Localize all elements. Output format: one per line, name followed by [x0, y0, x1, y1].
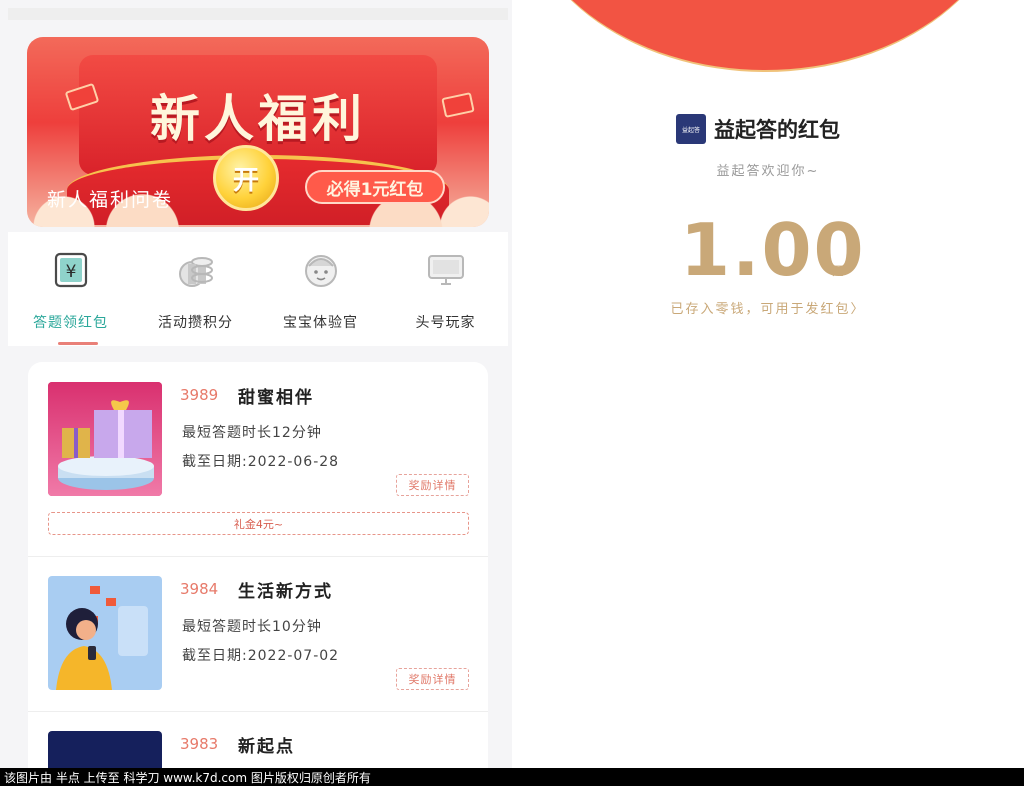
- banner-title: 新人福利: [150, 90, 366, 148]
- tab-baby-tester[interactable]: 宝宝体验官: [258, 250, 383, 332]
- reward-details-button[interactable]: 奖励详情: [396, 474, 469, 496]
- status-strip: [8, 8, 508, 20]
- active-tab-indicator: [58, 342, 98, 345]
- tab-label: 头号玩家: [415, 315, 476, 331]
- survey-duration: 最短答题时长12分钟: [182, 425, 322, 441]
- survey-deadline: 截至日期:2022-07-02: [182, 648, 340, 664]
- tab-label: 宝宝体验官: [283, 315, 358, 331]
- survey-list: 3989 甜蜜相伴 最短答题时长12分钟 截至日期:2022-06-28 奖励详…: [28, 362, 488, 768]
- amount-unit: 元: [832, 264, 845, 278]
- survey-id: 3984: [180, 580, 219, 598]
- saved-to-wallet-link[interactable]: 已存入零钱，可用于发红包〉: [512, 298, 1024, 317]
- welcome-message: 益起答欢迎你~: [716, 164, 820, 179]
- category-tabs: ¥ 答题领红包 活动攒积分 宝宝体验官 头号玩家: [8, 232, 508, 346]
- survey-card[interactable]: 3983 新起点: [28, 711, 488, 768]
- tab-label: 答题领红包: [33, 315, 108, 331]
- gift-thumbnail: [48, 382, 162, 496]
- coins-icon: [176, 250, 216, 290]
- survey-title: 生活新方式: [238, 582, 333, 602]
- gift-amount-badge: 礼金4元~: [48, 512, 469, 535]
- open-coin-button[interactable]: 开: [213, 145, 279, 211]
- sender-name: 益起答的红包: [714, 118, 840, 142]
- new-user-banner[interactable]: 新人福利 开 必得1元红包 新人福利问卷: [27, 37, 489, 227]
- svg-text:¥: ¥: [65, 262, 76, 282]
- survey-deadline: 截至日期:2022-06-28: [182, 454, 340, 470]
- tab-label: 活动攒积分: [158, 315, 233, 331]
- monitor-icon: [426, 250, 466, 290]
- reward-pill: 必得1元红包: [305, 170, 445, 204]
- watermark-text: 该图片由 半点 上传至 科学刀 www.k7d.com 图片版权归原创者所有: [4, 771, 371, 785]
- redpacket-amount: 1.00: [680, 208, 866, 292]
- survey-thumbnail: [48, 731, 162, 768]
- baby-face-icon: [301, 250, 341, 290]
- tab-top-player[interactable]: 头号玩家: [383, 250, 508, 332]
- banner-subtitle: 新人福利问卷: [47, 189, 174, 211]
- redpacket-top-arc: [516, 0, 1014, 72]
- survey-title: 甜蜜相伴: [238, 388, 314, 408]
- watermark-bar: 该图片由 半点 上传至 科学刀 www.k7d.com 图片版权归原创者所有: [0, 768, 1024, 786]
- questionnaire-page: 新人福利 开 必得1元红包 新人福利问卷 ¥ 答题领红包 活动攒积分 宝宝体验官…: [0, 0, 512, 768]
- sender-logo: 益起答: [676, 114, 706, 144]
- survey-title: 新起点: [238, 737, 295, 757]
- reward-details-button[interactable]: 奖励详情: [396, 668, 469, 690]
- survey-id: 3983: [180, 735, 219, 753]
- woman-phone-thumbnail: [48, 576, 162, 690]
- yuan-card-icon: ¥: [51, 250, 91, 290]
- survey-duration: 最短答题时长10分钟: [182, 619, 322, 635]
- survey-card[interactable]: 3984 生活新方式 最短答题时长10分钟 截至日期:2022-07-02 奖励…: [28, 556, 488, 710]
- survey-id: 3989: [180, 386, 219, 404]
- redpacket-sender: 益起答 益起答的红包: [676, 114, 840, 144]
- redpacket-result-page: 益起答 益起答的红包 益起答欢迎你~ 1.00 元 已存入零钱，可用于发红包〉: [512, 0, 1024, 768]
- tab-answer-redpacket[interactable]: ¥ 答题领红包: [8, 250, 133, 345]
- tab-activity-points[interactable]: 活动攒积分: [133, 250, 258, 332]
- survey-card[interactable]: 3989 甜蜜相伴 最短答题时长12分钟 截至日期:2022-06-28 奖励详…: [28, 362, 488, 554]
